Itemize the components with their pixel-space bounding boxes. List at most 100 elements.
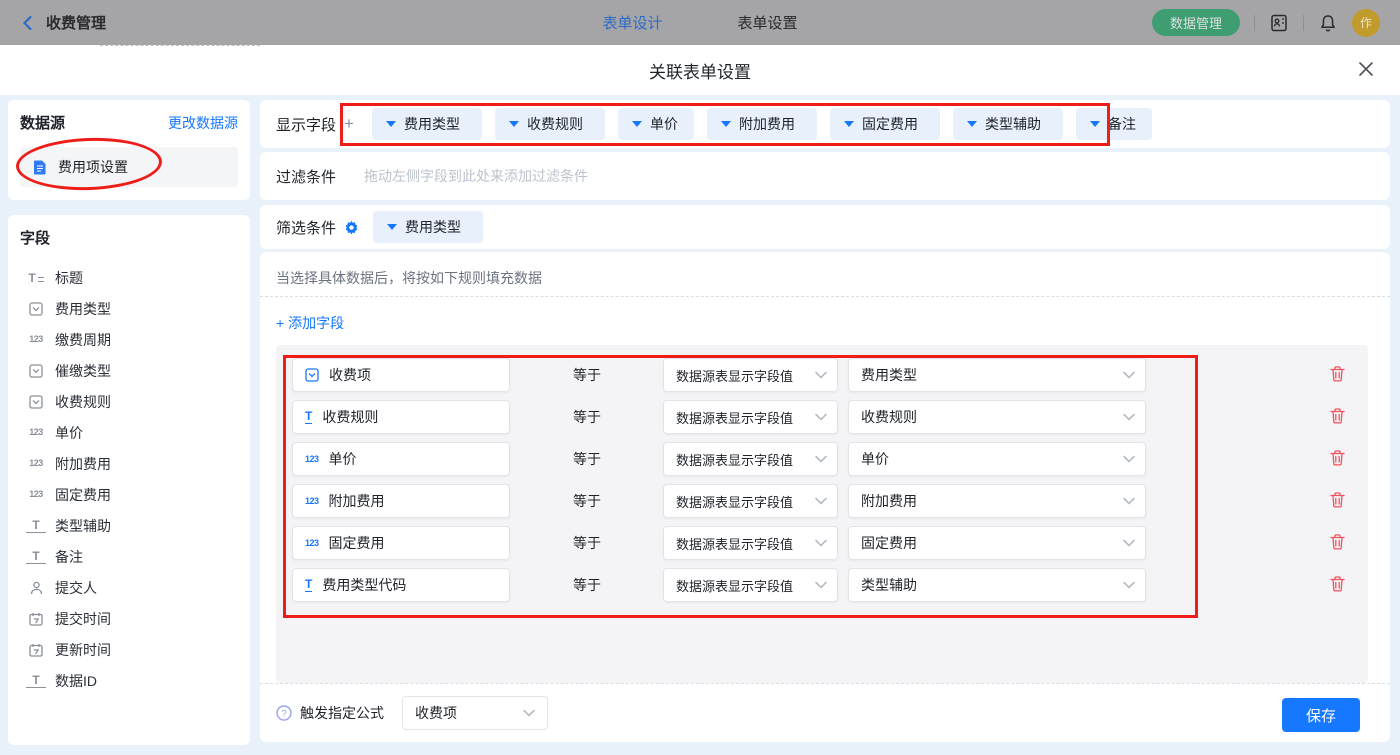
field-list-item[interactable]: 123单价	[20, 417, 238, 448]
chevron-down-icon	[967, 121, 977, 127]
text-field-icon: T	[26, 674, 46, 688]
number-field-icon: 123	[26, 335, 46, 344]
field-list: T标题费用类型123缴费周期催缴类型收费规则123单价123附加费用123固定费…	[20, 262, 238, 696]
back-icon[interactable]	[20, 15, 36, 31]
person-field-icon	[26, 581, 46, 595]
sift-bar: 筛选条件 费用类型	[260, 205, 1390, 249]
field-list-item[interactable]: 费用类型	[20, 293, 238, 324]
field-list-item[interactable]: 123缴费周期	[20, 324, 238, 355]
number-field-icon: 123	[26, 490, 46, 499]
rule-target-field[interactable]: 123单价	[292, 442, 510, 476]
text-field-icon: T	[26, 550, 46, 564]
field-list-item[interactable]: T类型辅助	[20, 510, 238, 541]
rule-source-select[interactable]: 数据源表显示字段值	[663, 442, 838, 476]
rule-target-field[interactable]: 收费项	[292, 358, 510, 392]
notification-bell-icon[interactable]	[1318, 13, 1338, 33]
rule-source-select[interactable]: 数据源表显示字段值	[663, 484, 838, 518]
contacts-icon[interactable]	[1269, 13, 1289, 33]
field-list-item[interactable]: 123附加费用	[20, 448, 238, 479]
svg-text:?: ?	[281, 708, 286, 719]
delete-rule-trash-icon[interactable]	[1330, 492, 1345, 508]
rule-target-field[interactable]: 123附加费用	[292, 484, 510, 518]
rule-value-select[interactable]: 单价	[848, 442, 1146, 476]
help-question-icon[interactable]: ?	[276, 705, 292, 721]
filter-dropzone[interactable]: 拖动左侧字段到此处来添加过滤条件	[364, 166, 588, 186]
rule-operator: 等于	[573, 533, 601, 553]
field-list-item[interactable]: 催缴类型	[20, 355, 238, 386]
add-field-link[interactable]: + 添加字段	[276, 313, 344, 333]
rule-row: T费用类型代码 等于 数据源表显示字段值类型辅助	[276, 568, 1368, 602]
field-list-item[interactable]: 收费规则	[20, 386, 238, 417]
tab-form-design[interactable]: 表单设计	[602, 12, 662, 33]
rule-rows-container: 收费项等于数据源表显示字段值费用类型T收费规则等于数据源表显示字段值收费规则12…	[276, 345, 1368, 683]
text-field-icon: T	[26, 519, 46, 533]
rule-source-select[interactable]: 数据源表显示字段值	[663, 358, 838, 392]
rule-source-select[interactable]: 数据源表显示字段值	[663, 400, 838, 434]
rule-value-select[interactable]: 收费规则	[848, 400, 1146, 434]
rule-operator: 等于	[573, 449, 601, 469]
add-display-field-button[interactable]: +	[344, 114, 354, 134]
display-field-chip[interactable]: 收费规则	[495, 108, 605, 140]
rule-value-select[interactable]: 固定费用	[848, 526, 1146, 560]
fields-title: 字段	[20, 227, 238, 248]
rule-value-select[interactable]: 附加费用	[848, 484, 1146, 518]
number-field-icon: 123	[26, 459, 46, 468]
delete-rule-trash-icon[interactable]	[1330, 450, 1345, 466]
rule-value-select[interactable]: 费用类型	[848, 358, 1146, 392]
number-field-icon: 123	[305, 497, 319, 506]
chevron-down-icon	[509, 121, 519, 127]
rule-operator: 等于	[573, 407, 601, 427]
trigger-formula-select[interactable]: 收费项	[402, 696, 548, 730]
app-title[interactable]: 收费管理	[46, 12, 106, 33]
fields-panel: 字段 T标题费用类型123缴费周期催缴类型收费规则123单价123附加费用123…	[8, 215, 250, 745]
field-list-item[interactable]: 123固定费用	[20, 479, 238, 510]
datasource-item-label: 费用项设置	[58, 157, 128, 177]
rule-target-field[interactable]: T费用类型代码	[292, 568, 510, 602]
select-field-icon	[26, 302, 46, 316]
display-field-chip[interactable]: 附加费用	[707, 108, 817, 140]
display-field-chip[interactable]: 固定费用	[830, 108, 940, 140]
avatar[interactable]: 作	[1352, 9, 1380, 37]
display-fields-label: 显示字段	[276, 114, 336, 135]
display-field-chip[interactable]: 备注	[1076, 108, 1152, 140]
rule-value-select[interactable]: 类型辅助	[848, 568, 1146, 602]
chevron-down-icon	[386, 121, 396, 127]
rules-info-text: 当选择具体数据后，将按如下规则填充数据	[276, 268, 542, 288]
rule-target-field[interactable]: T收费规则	[292, 400, 510, 434]
rule-operator: 等于	[573, 491, 601, 511]
select-field-icon	[26, 364, 46, 378]
field-list-item[interactable]: T数据ID	[20, 665, 238, 696]
gear-icon[interactable]	[344, 220, 359, 235]
number-field-icon: 123	[305, 539, 319, 548]
change-datasource-link[interactable]: 更改数据源	[168, 113, 238, 133]
rule-source-select[interactable]: 数据源表显示字段值	[663, 526, 838, 560]
chevron-down-icon	[1090, 121, 1100, 127]
field-list-item[interactable]: 提交人	[20, 572, 238, 603]
field-list-item[interactable]: 提交时间	[20, 603, 238, 634]
number-field-icon: 123	[26, 428, 46, 437]
data-manage-button[interactable]: 数据管理	[1152, 9, 1240, 36]
save-button[interactable]: 保存	[1282, 698, 1360, 732]
delete-rule-trash-icon[interactable]	[1330, 408, 1345, 424]
datasource-item[interactable]: 费用项设置	[20, 147, 238, 187]
trigger-formula-label: 触发指定公式	[300, 703, 384, 723]
delete-rule-trash-icon[interactable]	[1330, 576, 1345, 592]
close-icon[interactable]	[1358, 61, 1374, 77]
display-field-chip[interactable]: 单价	[618, 108, 694, 140]
filter-bar: 过滤条件 拖动左侧字段到此处来添加过滤条件	[260, 152, 1390, 200]
field-list-item[interactable]: T标题	[20, 262, 238, 293]
field-list-item[interactable]: 更新时间	[20, 634, 238, 665]
title-field-icon: T	[26, 272, 46, 284]
rule-target-field[interactable]: 123固定费用	[292, 526, 510, 560]
field-list-item[interactable]: T备注	[20, 541, 238, 572]
tab-form-settings[interactable]: 表单设置	[738, 12, 798, 33]
rule-source-select[interactable]: 数据源表显示字段值	[663, 568, 838, 602]
display-field-chip[interactable]: 费用类型	[372, 108, 482, 140]
chevron-down-icon	[632, 121, 642, 127]
rule-operator: 等于	[573, 575, 601, 595]
delete-rule-trash-icon[interactable]	[1330, 366, 1345, 382]
sift-label: 筛选条件	[276, 217, 336, 238]
display-field-chip[interactable]: 类型辅助	[953, 108, 1063, 140]
sift-chip[interactable]: 费用类型	[373, 211, 483, 243]
delete-rule-trash-icon[interactable]	[1330, 534, 1345, 550]
